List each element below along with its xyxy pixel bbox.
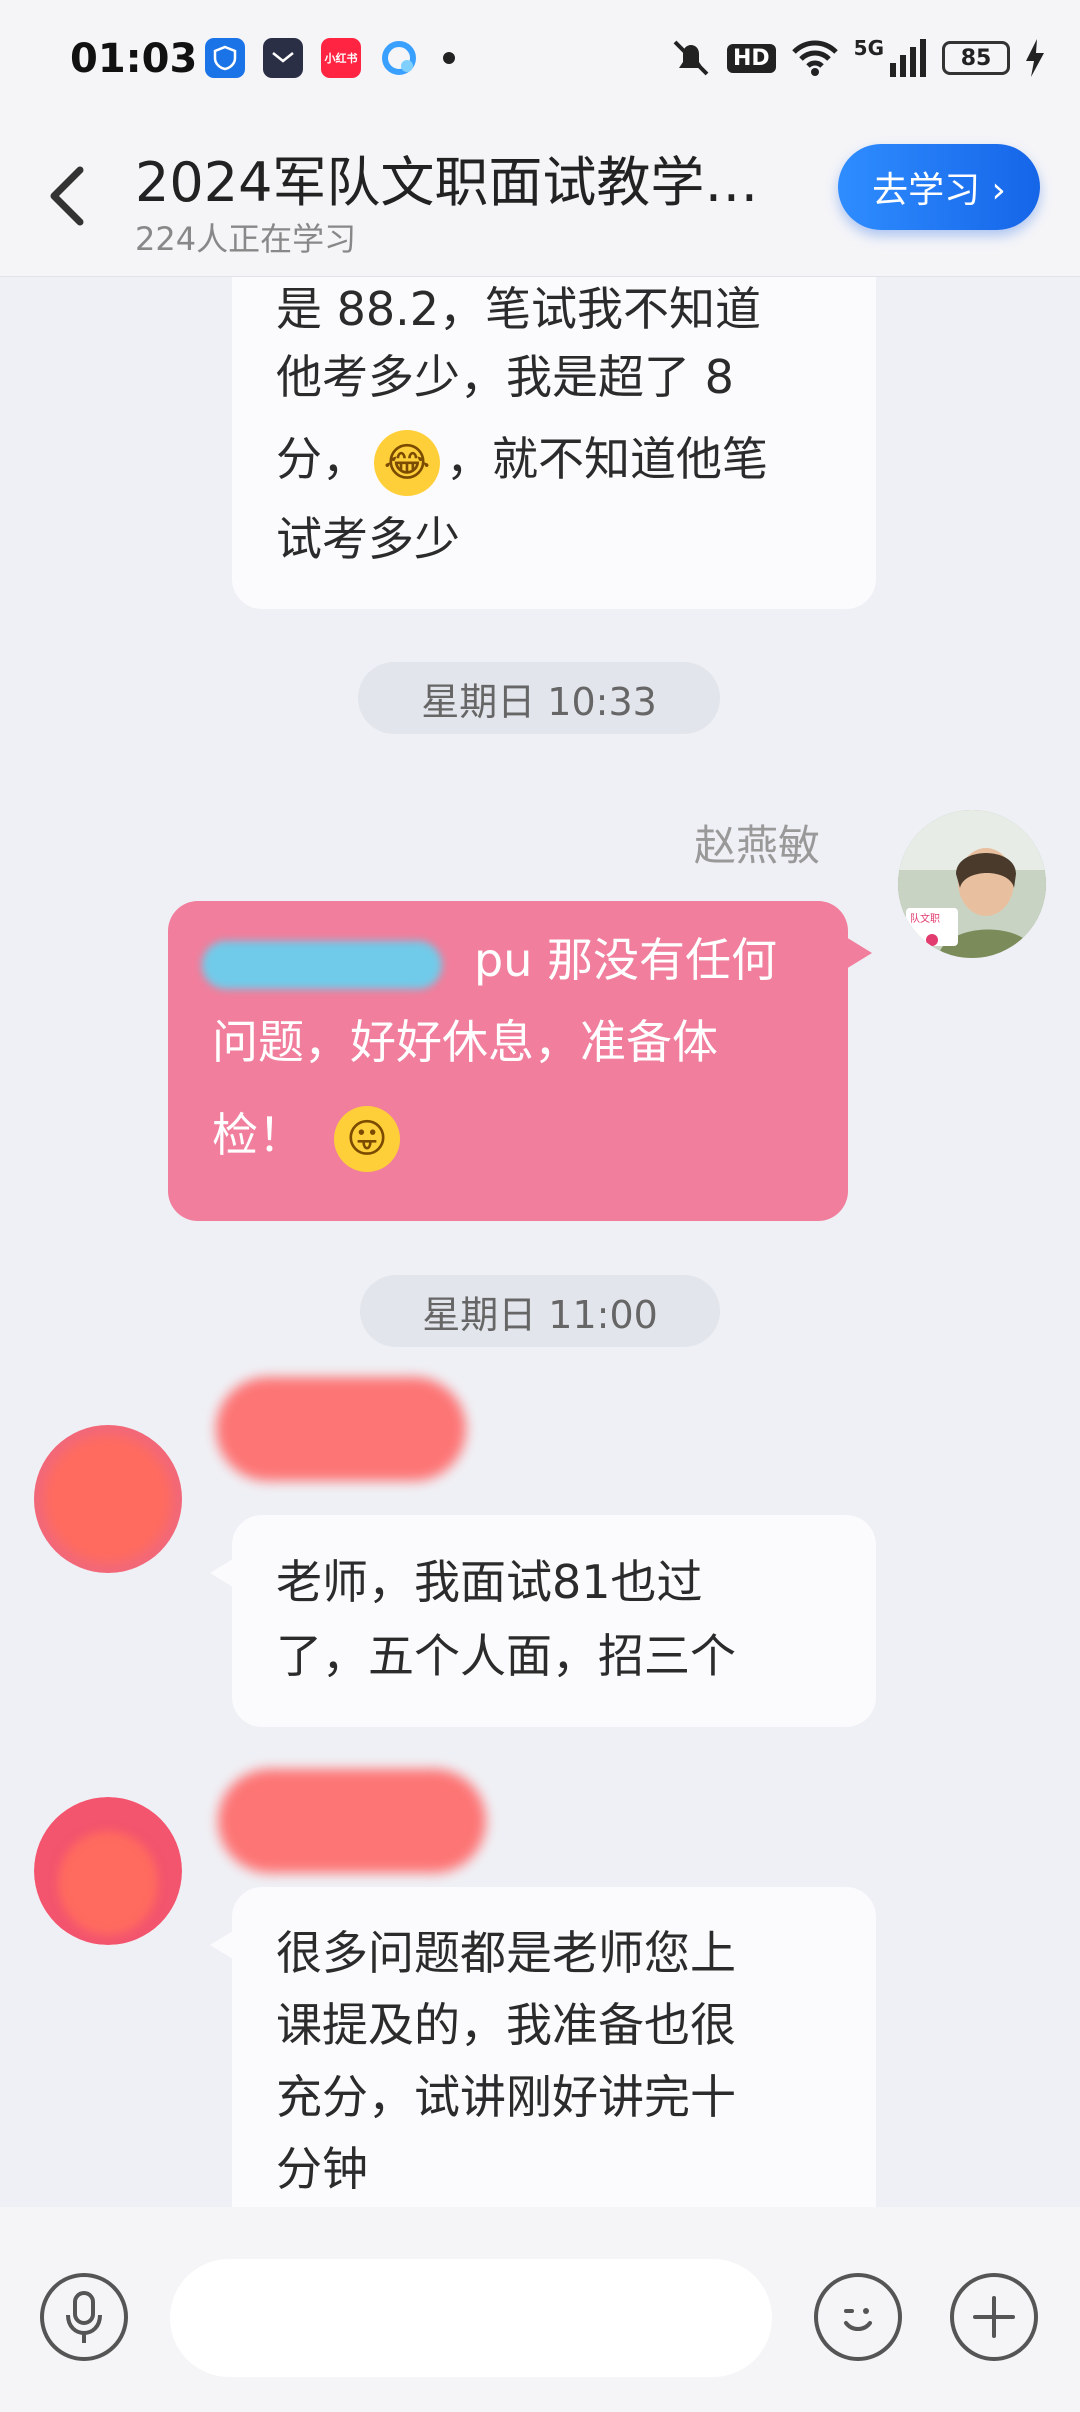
message-line-with-emoji: 分， 😂 ，就不知道他笔 [276,411,832,507]
emoji-button[interactable] [814,2273,902,2361]
signal-icon [890,39,926,77]
go-study-button[interactable]: 去学习 › [838,144,1040,230]
message-line-with-emoji: 检！ 😛 [212,1083,804,1187]
tongue-out-emoji-icon: 😛 [334,1105,400,1172]
system-icons: HD 5G 85 [669,36,1046,80]
microphone-icon [66,2291,102,2343]
message-line: 试考多少 [276,512,460,566]
mute-bell-icon [673,40,709,76]
avatar[interactable]: 队文职 [898,810,1046,958]
redacted-sender-name [216,1377,466,1481]
group-title: 2024军队文职面试教学… [135,151,759,214]
message-input[interactable] [170,2259,772,2377]
message-line: 很多问题都是老师您上 [276,1926,736,1980]
calendar-app-icon [263,38,303,78]
message-line: 老师，我面试81也过 [276,1555,703,1609]
message-line: 了，五个人面，招三个 [276,1629,736,1683]
redacted-mention [202,941,442,989]
message-text: pu 那没有任何 [474,933,777,987]
battery-indicator: 85 [942,41,1010,75]
back-button[interactable] [38,156,98,236]
more-notifications-dot [443,52,455,64]
message-text: 检！ [212,1108,304,1162]
learner-count: 224人正在学习 [135,220,357,258]
avatar[interactable] [34,1425,182,1573]
cloud-app-icon [379,38,419,78]
status-bar: 01:03 小红书 HD 5G 85 [0,0,1080,126]
avatar[interactable] [34,1797,182,1945]
message-line: 分钟 [276,2142,368,2196]
voice-input-button[interactable] [40,2273,128,2361]
teacher-photo [898,810,1046,958]
redacted-sender-name [218,1769,486,1873]
emoji-icon [844,2308,872,2331]
more-actions-button[interactable] [950,2273,1038,2361]
network-type-label: 5G [853,36,884,60]
message-bubble[interactable]: pu 那没有任何 问题，好好休息，准备体 检！ 😛 [168,901,872,1221]
message-line: 课提及的，我准备也很 [276,1998,736,2052]
xiaohongshu-app-icon: 小红书 [321,38,361,78]
timestamp-divider: 星期日 11:00 [360,1275,720,1347]
wifi-icon [791,40,838,76]
clock: 01:03 [70,36,198,82]
message-line: 充分，试讲刚好讲完十 [276,2070,736,2124]
sender-name: 赵燕敏 [694,821,821,870]
message-line: 问题，好好休息，准备体 [212,1015,718,1069]
hd-icon: HD [726,43,776,73]
message-bubble[interactable]: 老师，我面试81也过 了，五个人面，招三个 [210,1515,876,1727]
message-line: 是 88.2，笔试我不知道 [276,282,762,336]
shield-app-icon [205,38,245,78]
chat-header: 2024军队文职面试教学… 224人正在学习 去学习 › [0,126,1080,277]
charging-bolt-icon [1026,39,1044,77]
timestamp-divider: 星期日 10:33 [358,662,720,734]
message-line: pu 那没有任何 [202,901,804,1001]
message-text: 分， [276,432,368,486]
plus-icon [973,2296,1015,2338]
chat-messages[interactable]: 是 88.2，笔试我不知道 他考多少，我是超了 8 分， 😂 ，就不知道他笔 试考多… [0,277,1080,2207]
message-bubble[interactable]: 很多问题都是老师您上 课提及的，我准备也很 充分，试讲刚好讲完十 分钟 [210,1887,876,2207]
notification-icons: 小红书 [205,38,455,78]
laugh-cry-emoji-icon: 😂 [374,429,440,496]
chevron-left-icon [50,166,84,226]
message-text: ，就不知道他笔 [446,432,768,486]
avatar-badge: 队文职 [910,914,940,925]
message-line: 他考多少，我是超了 8 [276,350,734,404]
input-bar [0,2207,1080,2412]
message-bubble[interactable]: 是 88.2，笔试我不知道 他考多少，我是超了 8 分， 😂 ，就不知道他笔 试考多… [232,277,876,609]
